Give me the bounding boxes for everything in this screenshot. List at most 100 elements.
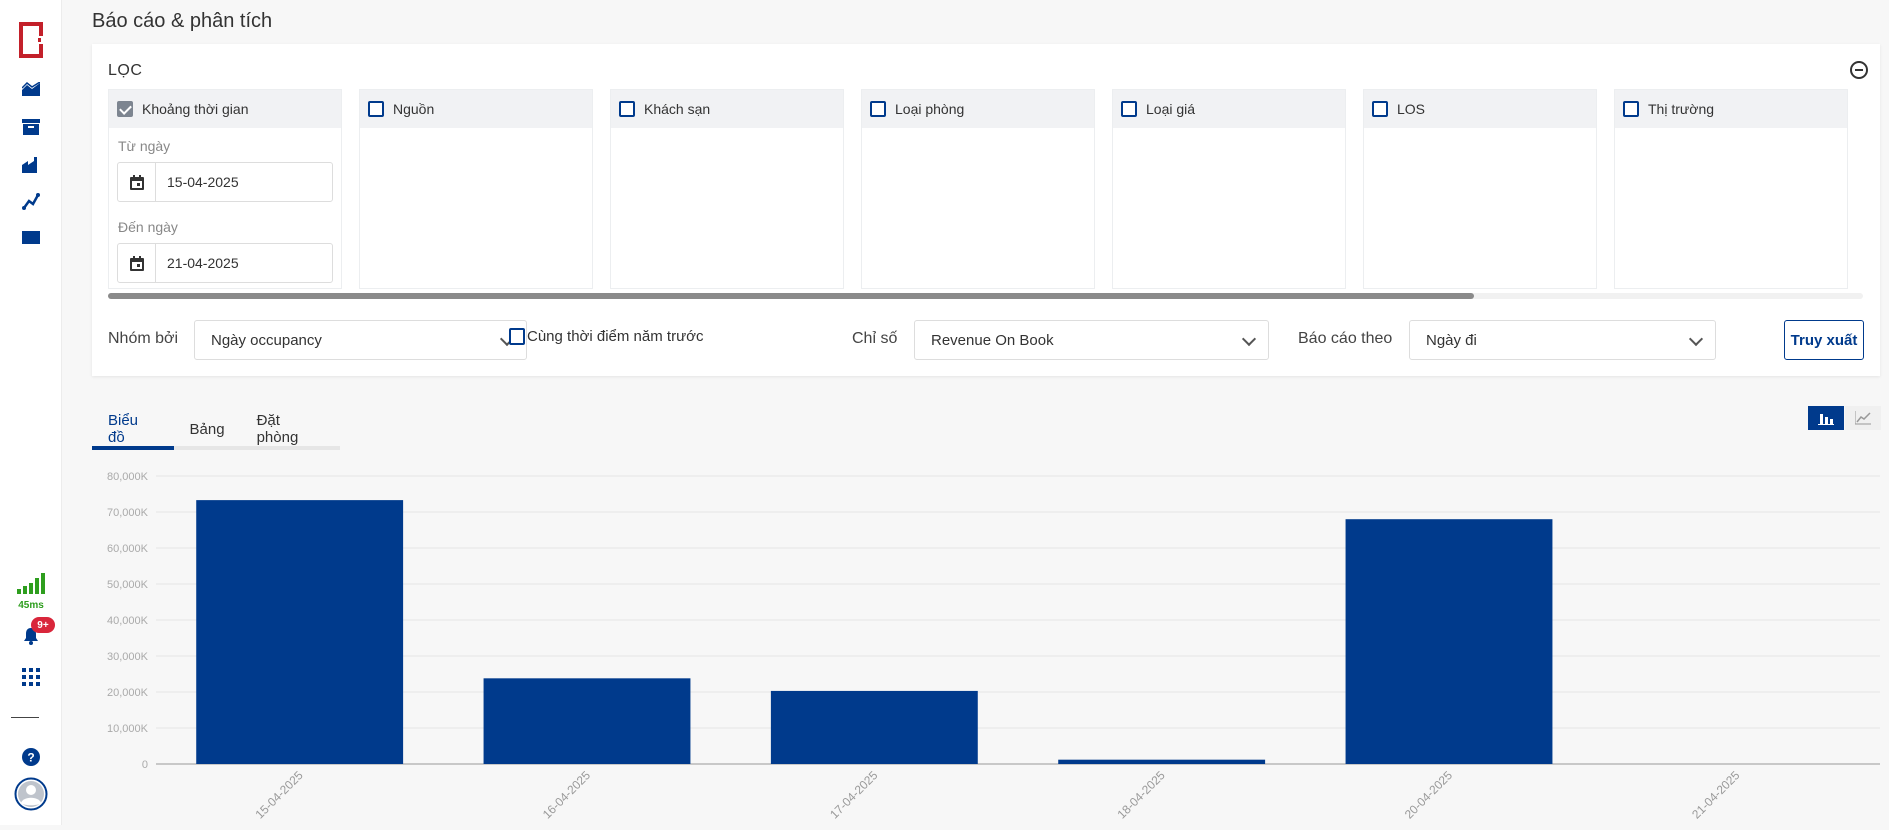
panel-header[interactable]: Nguồn (360, 90, 592, 128)
horizontal-scrollbar[interactable] (108, 293, 1863, 299)
to-date-value: 21-04-2025 (167, 255, 239, 271)
panel-label: Nguồn (393, 101, 435, 117)
rate-type-checkbox[interactable] (1121, 101, 1137, 117)
tab-bookings[interactable]: Đặt phòng (241, 412, 340, 446)
chevron-down-icon (1688, 331, 1704, 347)
panel-los: LOS (1363, 89, 1597, 289)
panel-header[interactable]: Loại phòng (862, 90, 1094, 128)
bar-chart-toggle[interactable] (1808, 406, 1844, 430)
calendar-icon[interactable] (118, 244, 156, 282)
yoy-checkbox[interactable] (509, 328, 525, 345)
group-by-value: Ngày occupancy (211, 331, 322, 349)
from-date-label: Từ ngày (118, 138, 171, 154)
panel-rate-type: Loại giá (1112, 89, 1346, 289)
y-tick-label: 40,000K (107, 615, 149, 627)
x-tick-label: 15-04-2025 (252, 768, 306, 822)
y-tick-label: 10,000K (107, 723, 149, 735)
help-icon[interactable]: ? (0, 748, 62, 766)
book-icon[interactable] (0, 230, 62, 244)
submit-button[interactable]: Truy xuất (1784, 320, 1864, 360)
panel-date-range: Khoảng thời gian Từ ngày 15-04-2025 Đến … (108, 89, 342, 289)
collapse-icon[interactable] (1850, 61, 1868, 79)
y-tick-label: 50,000K (107, 579, 149, 591)
panel-header[interactable]: LOS (1364, 90, 1596, 128)
archive-icon[interactable] (0, 119, 62, 135)
signal-icon (0, 572, 62, 594)
chart-bar[interactable] (1058, 759, 1266, 764)
group-by-label: Nhóm bởi (108, 330, 179, 347)
report-by-select[interactable]: Ngày đi (1409, 320, 1716, 360)
panel-label: Khoảng thời gian (142, 101, 249, 117)
los-checkbox[interactable] (1372, 101, 1388, 117)
x-tick-label: 21-04-2025 (1689, 768, 1743, 822)
panel-hotel: Khách sạn (610, 89, 844, 289)
filter-title: LỌC (108, 62, 143, 79)
to-date-field[interactable]: 21-04-2025 (117, 243, 333, 283)
factory-icon[interactable] (0, 155, 62, 173)
panel-room-type: Loại phòng (861, 89, 1095, 289)
report-by-label: Báo cáo theo (1298, 330, 1393, 347)
chart-bar[interactable] (483, 678, 691, 764)
from-date-field[interactable]: 15-04-2025 (117, 162, 333, 202)
panel-label: Loại giá (1146, 101, 1196, 117)
panel-header[interactable]: Loại giá (1113, 90, 1345, 128)
panel-source: Nguồn (359, 89, 593, 289)
chart-bar[interactable] (196, 500, 404, 764)
avatar[interactable] (0, 777, 62, 811)
panel-header[interactable]: Khách sạn (611, 90, 843, 128)
metric-label: Chỉ số (852, 330, 898, 347)
panel-header[interactable]: Thị trường (1615, 90, 1847, 128)
revenue-bar-chart: 0 10,000K 20,000K 30,000K 40,000K 50,000K 60,0… (107, 471, 1880, 822)
x-tick-label: 17-04-2025 (827, 768, 881, 822)
panel-label: LOS (1397, 101, 1426, 117)
date-range-checkbox[interactable] (117, 101, 133, 117)
svg-text:?: ? (27, 751, 34, 765)
panel-header[interactable]: Khoảng thời gian (109, 90, 341, 128)
group-by-select[interactable]: Ngày occupancy (194, 320, 527, 360)
view-tabs: Biểu đồ Bảng Đặt phòng (92, 412, 340, 450)
panel-market: Thị trường (1614, 89, 1848, 289)
chart-bar[interactable] (770, 690, 978, 764)
chart-area-icon[interactable] (0, 82, 62, 96)
y-tick-label: 60,000K (107, 543, 149, 555)
yoy-label: Cùng thời điểm năm trước (527, 328, 704, 345)
from-date-value: 15-04-2025 (167, 174, 239, 190)
source-checkbox[interactable] (368, 101, 384, 117)
y-tick-label: 70,000K (107, 507, 149, 519)
notification-badge: 9+ (31, 617, 55, 633)
y-tick-label: 30,000K (107, 651, 149, 663)
report-by-value: Ngày đi (1426, 331, 1477, 349)
y-tick-label: 0 (142, 759, 148, 771)
metric-select[interactable]: Revenue On Book (914, 320, 1269, 360)
to-date-label: Đến ngày (118, 219, 178, 235)
x-tick-label: 16-04-2025 (540, 768, 594, 822)
panel-label: Thị trường (1648, 101, 1715, 117)
tab-table[interactable]: Bảng (174, 412, 241, 446)
sidebar: 45ms 9+ ? (0, 0, 62, 825)
apps-grid-icon[interactable] (0, 668, 62, 686)
x-tick-label: 20-04-2025 (1402, 768, 1456, 822)
hotel-checkbox[interactable] (619, 101, 635, 117)
metric-value: Revenue On Book (931, 331, 1054, 349)
panel-label: Khách sạn (644, 101, 711, 117)
room-type-checkbox[interactable] (870, 101, 886, 117)
panel-label: Loại phòng (895, 101, 965, 117)
latency-text: 45ms (18, 600, 44, 611)
chart-area: 0 10,000K 20,000K 30,000K 40,000K 50,000K 60,0… (92, 462, 1882, 825)
line-chart-toggle[interactable] (1845, 406, 1881, 430)
y-tick-label: 80,000K (107, 471, 149, 483)
chart-bar[interactable] (1345, 519, 1553, 764)
market-checkbox[interactable] (1623, 101, 1639, 117)
y-tick-label: 20,000K (107, 687, 149, 699)
tab-chart[interactable]: Biểu đồ (92, 412, 174, 450)
yoy-toggle[interactable]: Cùng thời điểm năm trước (509, 328, 703, 345)
logo-icon[interactable] (0, 22, 62, 58)
chevron-down-icon (1241, 331, 1257, 347)
scrollbar-thumb[interactable] (108, 293, 1474, 299)
sidebar-divider (11, 717, 39, 718)
main-content: Báo cáo & phân tích LỌC Khoảng thời gian… (62, 0, 1889, 825)
calendar-icon[interactable] (118, 163, 156, 201)
page-title: Báo cáo & phân tích (92, 10, 273, 32)
x-tick-label: 18-04-2025 (1114, 768, 1168, 822)
line-trend-icon[interactable] (0, 192, 62, 210)
